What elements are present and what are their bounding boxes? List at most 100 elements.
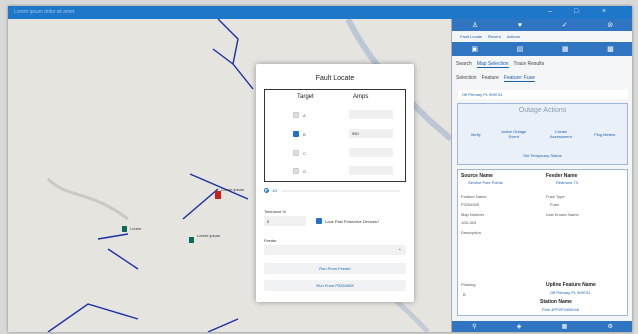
feeder-name-label: Feeder Name — [546, 173, 578, 179]
phase-b-checkbox[interactable] — [293, 131, 299, 137]
amps-header: Amps — [353, 94, 369, 100]
run-from-feeder-button[interactable]: Run From Feeder — [264, 263, 406, 274]
recent-link[interactable]: Recent — [488, 34, 501, 39]
feature-selector[interactable]: Off Primary PL 599741 — [458, 90, 628, 99]
layer-icon[interactable]: ▣ — [471, 45, 478, 53]
panel-links: Fault Locate Recent Actions — [460, 34, 520, 39]
fault-locate-dialog: Fault Locate Target Amps A B 550 C G 1G … — [256, 64, 414, 302]
station-name-value[interactable]: Pole 4PP2F3400046 — [542, 307, 579, 312]
phase-b-label: B — [303, 132, 306, 137]
active-outage-event-button[interactable]: Active Outage Event — [500, 129, 528, 139]
look-past-label: Look Past Protective Devices? — [325, 219, 380, 224]
map-label: Lorem ipsum — [221, 187, 245, 192]
outage-title: Outage Actions — [518, 107, 567, 114]
panel-subtabs: Selection Feature Feature: Fuse — [456, 75, 535, 82]
phase-g-label: G — [303, 169, 307, 174]
tolerance-input[interactable]: 2 — [264, 216, 306, 226]
upline-feature-value[interactable]: Off Primary PL 599741 — [550, 290, 590, 295]
feature-name-value: P3254005 — [461, 202, 480, 207]
phase-a-checkbox[interactable] — [293, 112, 299, 118]
list-icon[interactable]: ▦ — [562, 45, 569, 53]
tolerance-label: Tolerance % — [264, 209, 287, 214]
device-marker[interactable] — [189, 237, 194, 243]
phase-c-label: C — [303, 151, 306, 156]
check-icon[interactable]: ✓ — [562, 21, 568, 29]
feature-name-label: Feature Name — [461, 194, 487, 199]
run-from-point-button[interactable]: Run From P3254005 — [264, 280, 406, 291]
upline-feature-label: Upline Feature Name — [546, 282, 596, 288]
subtab-feature-fuse[interactable]: Feature: Fuse — [503, 75, 535, 82]
tables-icon[interactable]: ▦ — [562, 323, 568, 330]
actions-link[interactable]: Actions — [507, 34, 520, 39]
create-assessment-button[interactable]: Create Assessment — [547, 129, 575, 139]
description-label: Description — [461, 230, 482, 235]
tab-map-selection[interactable]: Map Selection — [476, 61, 509, 68]
fuse-type-value: Fuse — [550, 202, 559, 207]
power-lines — [47, 19, 254, 332]
phase-g-amps-input[interactable] — [349, 166, 393, 175]
settings-icon[interactable]: ⚙ — [607, 323, 612, 330]
map-label: Lorem ipsum — [197, 233, 221, 238]
feeder-select[interactable]: ⌄ — [264, 245, 406, 255]
close-icon[interactable]: × — [602, 8, 606, 15]
map-number-label: Map Number — [461, 212, 485, 217]
tab-trace-results[interactable]: Trace Results — [514, 61, 545, 68]
block-icon[interactable]: ⊘ — [607, 21, 613, 29]
fault-locate-link[interactable]: Fault Locate — [460, 34, 482, 39]
device-marker[interactable] — [122, 226, 127, 232]
fault-marker[interactable] — [215, 191, 221, 199]
look-past-checkbox[interactable] — [316, 218, 322, 224]
last-known-name-label: Last Known Name — [546, 212, 579, 217]
phase-c-checkbox[interactable] — [293, 150, 299, 156]
person-icon[interactable]: ♙ — [472, 21, 478, 29]
fault-type-options[interactable] — [282, 190, 400, 192]
phasing-label: Phasing — [461, 282, 476, 287]
feeder-name-value[interactable]: Redmont 73 — [556, 180, 578, 185]
subtab-selection[interactable]: Selection — [456, 75, 477, 82]
panel-second-toolbar: ▣ ▤ ▦ ▩ — [452, 42, 632, 56]
feature-line: Off Primary PL 599741 — [462, 92, 503, 97]
subtab-feature[interactable]: Feature — [482, 75, 499, 82]
set-temp-button[interactable]: Set Temporary Status — [458, 153, 627, 158]
minimize-icon[interactable]: – — [548, 8, 552, 15]
side-panel: ♙ ♥ ✓ ⊘ Fault Locate Recent Actions ▣ ▤ … — [451, 19, 632, 332]
map-label: Lorem — [130, 226, 142, 231]
title-bar: Lorem ipsum dolor sit amet – □ × — [8, 6, 632, 19]
ping-meters-button[interactable]: Ping Meters — [594, 132, 615, 137]
phase-a-label: A — [303, 113, 306, 118]
fault-type-radio-1g[interactable] — [264, 188, 269, 193]
panel-top-toolbar: ♙ ♥ ✓ ⊘ — [452, 19, 632, 31]
target-header: Target — [297, 94, 314, 100]
dialog-title: Fault Locate — [315, 75, 355, 82]
outage-button-row: Verify Active Outage Event Create Assess… — [461, 119, 625, 149]
feeder-label: Feeder — [264, 238, 277, 243]
phase-b-amps-input[interactable]: 550 — [349, 129, 393, 138]
app-window: Lorem ipsum dolor sit amet – □ × Lorem i… — [8, 6, 632, 332]
panel-tabs: Search Map Selection Trace Results — [456, 61, 544, 68]
tab-search[interactable]: Search — [456, 61, 472, 68]
maximize-icon[interactable]: □ — [574, 8, 578, 15]
station-name-label: Station Name — [540, 299, 572, 305]
layers-icon[interactable]: ◈ — [517, 323, 522, 330]
source-name-label: Source Name — [461, 173, 493, 179]
phase-a-amps-input[interactable] — [349, 110, 393, 119]
fuse-type-label: Fuse Type — [546, 194, 565, 199]
phasing-value: B — [463, 292, 466, 297]
heart-icon[interactable]: ♥ — [518, 22, 522, 29]
search-icon[interactable]: ⚲ — [472, 323, 476, 330]
bottom-nav: ⚲ ◈ ▦ ⚙ — [452, 321, 632, 332]
window-title: Lorem ipsum dolor sit amet — [14, 9, 75, 15]
outage-actions-box: Outage Actions Verify Active Outage Even… — [457, 103, 628, 165]
map-number-value: 10D-304 — [461, 220, 477, 225]
verify-button[interactable]: Verify — [471, 132, 481, 137]
chevron-down-icon: ⌄ — [397, 246, 402, 252]
phase-g-checkbox[interactable] — [293, 168, 299, 174]
grid-icon[interactable]: ▩ — [607, 45, 614, 53]
set-temp-label: Set Temporary Status — [523, 153, 562, 158]
feature-details-box: Source Name Service Pole Points Feeder N… — [457, 169, 628, 316]
filter-icon[interactable]: ▤ — [517, 45, 524, 53]
target-amps-grid: Target Amps A B 550 C G — [264, 89, 406, 182]
source-name-value[interactable]: Service Pole Points — [468, 180, 503, 185]
fault-type-1g-label: 1G — [272, 188, 278, 193]
phase-c-amps-input[interactable] — [349, 148, 393, 157]
